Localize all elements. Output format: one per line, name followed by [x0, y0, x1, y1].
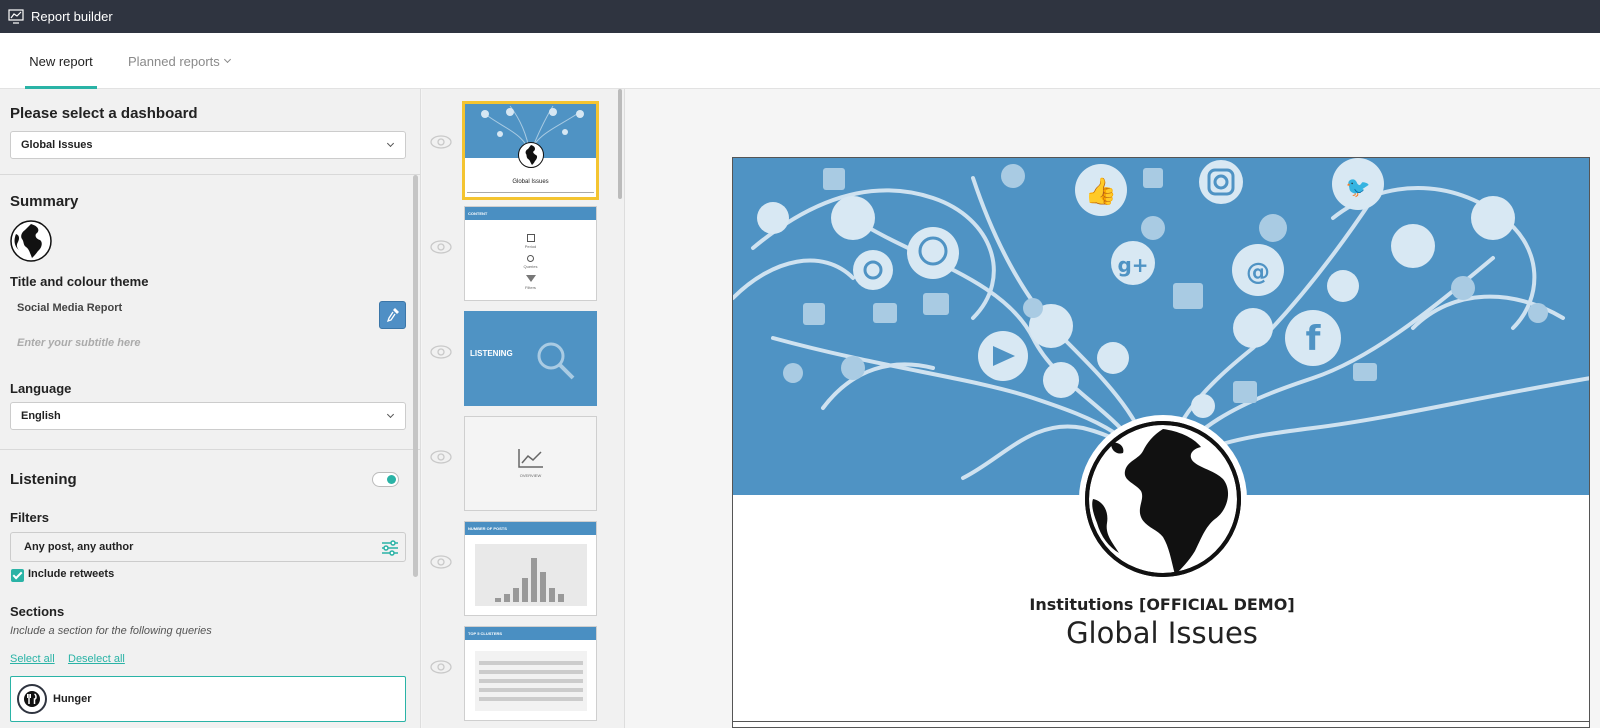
thumbnail-number-of-posts[interactable]: NUMBER OF POSTS [464, 521, 597, 616]
tab-bar: New report Planned reports [0, 33, 1600, 89]
eye-icon[interactable] [430, 345, 452, 359]
eye-icon[interactable] [430, 450, 452, 464]
report-organization: Institutions [OFFICIAL DEMO] [1029, 595, 1295, 614]
calendar-icon [527, 234, 535, 242]
filters-label: Filters [10, 510, 50, 525]
eye-icon[interactable] [430, 135, 452, 149]
filter-icon [526, 275, 536, 282]
listening-toggle[interactable] [372, 472, 399, 487]
svg-text:g+: g+ [1117, 253, 1148, 277]
table-preview [475, 651, 587, 711]
subtitle-input[interactable]: Enter your subtitle here [17, 337, 140, 349]
thumbnail-listening[interactable]: LISTENING [464, 311, 597, 406]
sections-label: Sections [10, 604, 65, 619]
include-retweets-checkbox[interactable] [11, 569, 24, 582]
scrollbar[interactable] [413, 175, 418, 577]
eyedropper-icon [386, 308, 399, 323]
app-header: Report builder [0, 0, 1600, 33]
chevron-down-icon [386, 410, 395, 419]
listening-heading: Listening [10, 471, 77, 488]
search-icon [527, 255, 534, 262]
color-theme-button[interactable] [379, 301, 406, 329]
thumbnail-cover[interactable]: Global Issues [462, 101, 599, 200]
line-chart-icon [518, 449, 543, 468]
globe-logo [1079, 415, 1247, 583]
divider [0, 174, 420, 175]
tab-new-report[interactable]: New report [25, 33, 97, 89]
fork-knife-icon [17, 684, 47, 714]
chart-icon [8, 8, 24, 24]
language-select[interactable]: English [10, 402, 406, 430]
bar-chart-icon [495, 558, 564, 602]
globe-icon [1085, 421, 1241, 577]
chevron-down-icon [223, 55, 231, 64]
svg-text:f: f [1306, 319, 1322, 359]
tab-planned-reports[interactable]: Planned reports [128, 33, 231, 89]
query-item-hunger[interactable]: Hunger [10, 676, 406, 722]
svg-text:@: @ [1246, 258, 1270, 286]
report-title-input[interactable]: Social Media Report [17, 302, 122, 314]
scrollbar[interactable] [618, 89, 622, 199]
report-preview: 👍 g+ f @ 🐦 Institutions [OFFICIAL DEMO] … [732, 157, 1590, 728]
thumbnail-cover-title: Global Issues [512, 179, 549, 185]
language-label: Language [10, 381, 72, 396]
eye-icon[interactable] [430, 555, 452, 569]
sections-note: Include a section for the following quer… [10, 625, 212, 637]
search-icon [537, 342, 575, 380]
slide-thumbnails: Global Issues CONTENT Period Queries Fil… [422, 89, 625, 728]
include-retweets-label: Include retweets [28, 568, 115, 580]
settings-panel: Please select a dashboard Global Issues … [0, 89, 421, 728]
divider [733, 721, 1589, 722]
deselect-all-link[interactable]: Deselect all [68, 653, 125, 665]
title-theme-label: Title and colour theme [10, 274, 149, 289]
divider [0, 449, 420, 450]
svg-text:🐦: 🐦 [1346, 175, 1371, 199]
thumbnail-top-clusters[interactable]: TOP 5 CLUSTERS [464, 626, 597, 721]
eye-icon[interactable] [430, 240, 452, 254]
globe-icon [518, 142, 544, 168]
chevron-down-icon [386, 139, 395, 148]
eye-icon[interactable] [430, 660, 452, 674]
thumbnail-overview[interactable]: OVERVIEW [464, 416, 597, 511]
globe-icon [10, 220, 52, 262]
dashboard-select[interactable]: Global Issues [10, 131, 406, 159]
thumbnail-content[interactable]: CONTENT Period Queries Filters [464, 206, 597, 301]
dashboard-heading: Please select a dashboard [10, 105, 198, 122]
svg-text:👍: 👍 [1085, 176, 1117, 207]
report-title: Global Issues [1066, 616, 1258, 650]
sliders-icon[interactable] [381, 540, 399, 556]
select-all-link[interactable]: Select all [10, 653, 55, 665]
filters-input[interactable]: Any post, any author [10, 532, 406, 562]
summary-heading: Summary [10, 193, 79, 210]
app-title: Report builder [31, 9, 113, 24]
